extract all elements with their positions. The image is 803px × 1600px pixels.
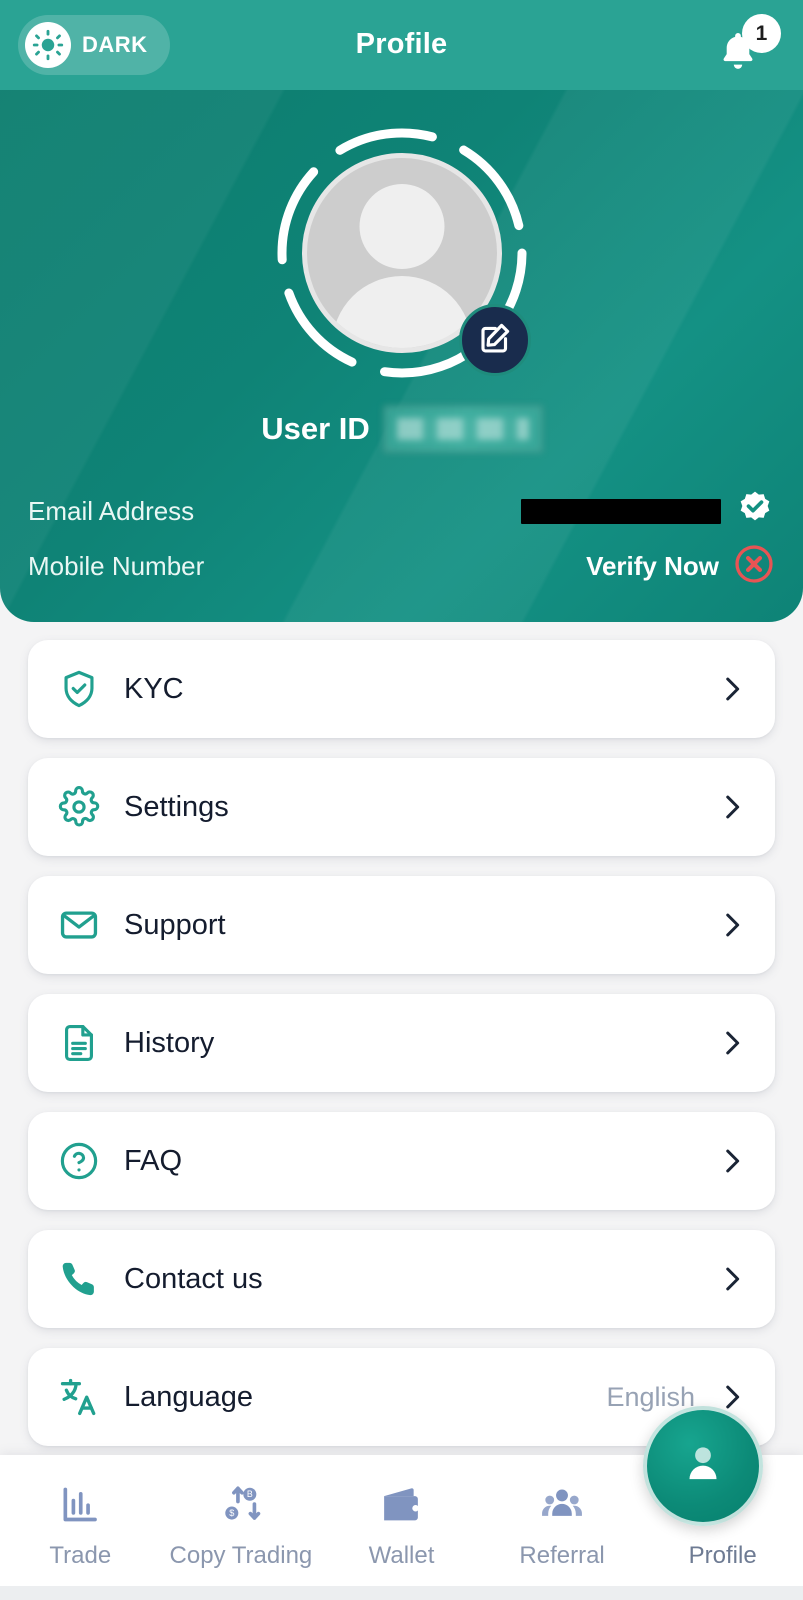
profile-fab-button[interactable] <box>643 1406 763 1526</box>
sun-icon <box>25 22 71 68</box>
chevron-right-icon <box>715 908 749 942</box>
mobile-row: Mobile Number Verify Now <box>0 543 803 589</box>
user-id-row: User ID <box>0 406 803 452</box>
chevron-right-icon <box>715 790 749 824</box>
copy-trading-arrows-icon: B $ <box>218 1479 264 1531</box>
envelope-icon <box>54 904 104 946</box>
nav-item-trade[interactable]: Trade <box>0 1455 161 1600</box>
nav-item-referral[interactable]: Referral <box>482 1455 643 1600</box>
top-app-bar: DARK Profile 1 <box>0 0 803 90</box>
menu-item-label: KYC <box>124 672 184 705</box>
bar-chart-icon <box>58 1479 102 1531</box>
menu-item-kyc[interactable]: KYC <box>28 640 775 738</box>
person-filled-icon <box>676 1437 730 1496</box>
nav-item-label: Copy Trading <box>169 1542 313 1569</box>
phone-icon <box>54 1258 104 1300</box>
menu-item-label: Support <box>124 908 226 941</box>
email-label: Email Address <box>28 495 195 526</box>
wallet-icon <box>378 1479 424 1531</box>
notification-badge: 1 <box>742 14 781 53</box>
nav-item-label: Wallet <box>368 1542 435 1569</box>
notifications-button[interactable]: 1 <box>709 14 781 76</box>
avatar[interactable] <box>275 126 531 380</box>
menu-item-settings[interactable]: Settings <box>28 758 775 856</box>
people-group-icon <box>539 1479 585 1531</box>
nav-item-label: Trade <box>49 1542 112 1569</box>
menu-item-label: Settings <box>124 790 229 823</box>
chevron-right-icon <box>715 1144 749 1178</box>
chevron-right-icon <box>715 1262 749 1296</box>
chevron-right-icon <box>715 1026 749 1060</box>
nav-item-label: Referral <box>519 1542 605 1569</box>
menu-item-label: FAQ <box>124 1144 183 1177</box>
svg-text:B: B <box>247 1489 253 1499</box>
edit-pencil-icon <box>477 320 513 361</box>
email-value-redacted <box>521 498 721 524</box>
email-row: Email Address <box>0 488 803 534</box>
gear-icon <box>54 786 104 828</box>
menu-item-history[interactable]: History <box>28 994 775 1092</box>
svg-text:$: $ <box>229 1508 234 1518</box>
nav-item-copy-trading[interactable]: B $ Copy Trading <box>161 1455 322 1600</box>
menu-item-contact-us[interactable]: Contact us <box>28 1230 775 1328</box>
chevron-right-icon <box>715 672 749 706</box>
translate-icon <box>54 1376 104 1418</box>
question-circle-icon <box>54 1140 104 1182</box>
shield-check-icon <box>54 668 104 710</box>
error-circle-x-icon <box>733 543 775 590</box>
profile-hero: User ID Email Address Mobile Number Veri… <box>0 88 803 622</box>
avatar-body-shape <box>331 276 472 348</box>
nav-item-label: Profile <box>688 1542 757 1569</box>
user-id-value-redacted <box>383 406 542 452</box>
page-title: Profile <box>355 27 448 60</box>
nav-item-wallet[interactable]: Wallet <box>321 1455 482 1600</box>
verified-badge-check-icon <box>735 489 775 534</box>
verify-now-link[interactable]: Verify Now <box>586 551 719 582</box>
user-id-label: User ID <box>261 411 370 446</box>
menu-item-label: Language <box>124 1380 254 1413</box>
profile-screen: DARK Profile 1 User ID Email Address Mob… <box>0 0 803 1600</box>
avatar-head-shape <box>359 184 444 269</box>
dark-mode-label: DARK <box>82 32 148 57</box>
edit-avatar-button[interactable] <box>458 304 531 376</box>
home-indicator-strip <box>0 1586 803 1600</box>
menu-item-label: History <box>124 1026 215 1059</box>
mobile-label: Mobile Number <box>28 550 205 581</box>
language-value: English <box>606 1381 695 1412</box>
menu-item-faq[interactable]: FAQ <box>28 1112 775 1210</box>
menu-item-label: Contact us <box>124 1262 263 1295</box>
dark-mode-toggle[interactable]: DARK <box>18 15 170 75</box>
menu-item-support[interactable]: Support <box>28 876 775 974</box>
document-lines-icon <box>54 1022 104 1064</box>
